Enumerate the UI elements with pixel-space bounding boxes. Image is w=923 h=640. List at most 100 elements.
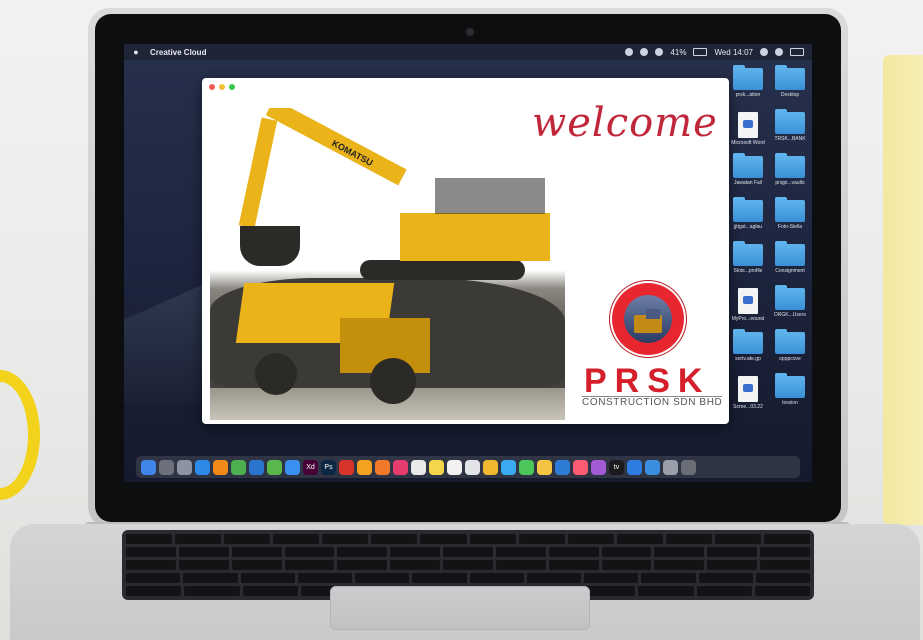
document-icon [738,112,758,138]
keyboard-row [126,547,810,557]
logo-truck-cab-icon [646,309,660,319]
dock-app-icon[interactable] [573,459,588,475]
spotlight-search-icon[interactable] [760,48,768,56]
wifi-icon[interactable] [640,48,649,56]
desktop-item[interactable]: Microsoft Word [728,112,768,146]
dock-app-icon[interactable] [177,459,192,475]
dock-app-icon[interactable] [591,459,606,475]
folder-icon [775,241,805,266]
desktop-item[interactable]: lession [770,373,810,406]
excavator-body [400,213,550,261]
desktop-item[interactable]: Consignment [770,241,810,274]
construction-machinery-photo: KOMATSU [210,108,565,420]
dock-app-icon[interactable] [267,459,282,475]
dock-app-icon[interactable] [411,459,426,475]
dock-app-icon[interactable] [555,459,570,475]
folder-icon [733,329,763,354]
dock-app-icon[interactable] [645,459,660,475]
dock-app-icon[interactable] [357,459,372,475]
dock-app-icon[interactable] [231,459,246,475]
menu-bar-status: 41% Wed 14:07 [625,48,804,57]
desktop-item[interactable]: TRSK...BANK [770,109,810,142]
background-sticky-note [883,55,923,525]
dock-app-icon[interactable] [141,459,156,475]
desktop-item-label: Slots...profile [733,268,763,274]
desktop-item[interactable]: Scree...03.22 [728,376,768,410]
desktop-item[interactable]: sortv.ate.gp [728,329,768,362]
apple-menu-icon[interactable]: ● [130,47,142,57]
folder-icon [733,153,763,178]
battery-icon[interactable] [693,48,708,56]
desktop-item[interactable]: jjttgst...aglau [728,197,768,230]
folder-icon [775,109,805,134]
folder-icon [775,153,805,178]
zoom-window-button[interactable] [229,84,235,90]
desktop-icons: prsk...ation Desktop Microsoft Word TRSK...… [728,64,812,424]
dock-app-icon[interactable]: Ps [321,459,336,475]
webcam-icon [466,28,474,36]
desktop-item-label: TRSK...BANK [774,136,806,142]
dock-app-icon[interactable] [285,459,300,475]
desktop-item[interactable]: Desktop [770,65,810,98]
dock-app-icon[interactable] [537,459,552,475]
company-logo-badge [612,283,684,355]
dock-app-icon[interactable] [627,459,642,475]
logo-truck-emblem [624,295,672,343]
dock-app-icon[interactable] [213,459,228,475]
dock-app-icon[interactable] [681,459,696,475]
active-app-name[interactable]: Creative Cloud [150,48,206,57]
creative-cloud-status-icon[interactable] [625,48,634,56]
minimize-window-button[interactable] [219,84,225,90]
trackpad[interactable] [330,586,590,630]
background-mug-handle [0,370,40,500]
dock-app-icon[interactable] [375,459,390,475]
desktop-item-label: prsk...ation [735,92,761,98]
window-controls [209,84,235,90]
menu-bar-clock[interactable]: Wed 14:07 [714,48,753,57]
dock-app-icon[interactable] [393,459,408,475]
notification-center-icon[interactable] [790,48,804,56]
dock-app-icon[interactable] [249,459,264,475]
dock-app-icon[interactable] [159,459,174,475]
siri-icon[interactable] [775,48,783,56]
mac-desktop-screen: ● Creative Cloud 41% Wed 14:07 KOMATSU w… [124,44,812,482]
dock-app-icon[interactable] [339,459,354,475]
excavator-stick [238,117,278,229]
desktop-item[interactable]: Foto-Stella [770,197,810,230]
desktop-item-label: sortv.ate.gp [735,356,761,362]
desktop-item[interactable]: prsjpi...vaults [770,153,810,186]
dock-app-icon[interactable] [429,459,444,475]
dock-app-icon[interactable] [501,459,516,475]
excavator-railings [435,178,545,214]
desktop-item[interactable]: opppcove [770,329,810,362]
folder-icon [775,197,805,222]
desktop-item[interactable]: MyPro...eound [728,288,768,322]
desktop-item[interactable]: prsk...ation [728,65,768,98]
folder-icon [775,329,805,354]
dock-app-icon[interactable] [483,459,498,475]
document-icon [738,376,758,402]
desktop-item[interactable]: Slots...profile [728,241,768,274]
battery-percent: 41% [670,47,687,57]
dock-app-icon[interactable] [195,459,210,475]
dock-app-icon[interactable]: tv [609,459,624,475]
close-window-button[interactable] [209,84,215,90]
dock-app-icon[interactable]: Xd [303,459,318,475]
volume-icon[interactable] [655,48,664,56]
folder-icon [775,285,805,310]
dock-app-icon[interactable] [447,459,462,475]
keyboard-row [126,560,810,570]
desktop-item-label: Microsoft Word [731,140,765,146]
welcome-heading: welcome [532,100,718,146]
document-icon [738,288,758,314]
desktop-item[interactable]: DRGK...Users [770,285,810,318]
desktop-item[interactable]: Jawatan Fail [728,153,768,186]
dock-app-icon[interactable] [465,459,480,475]
excavator-bucket [240,226,300,266]
desktop-item-label: jjttgst...aglau [733,224,763,230]
welcome-window: KOMATSU welcome PRSK CONSTRUCTION SDN BH… [202,78,729,424]
dock-app-icon[interactable] [519,459,534,475]
dock-app-icon[interactable] [663,459,678,475]
keyboard-row [126,534,811,544]
desktop-item-label: DRGK...Users [774,312,806,318]
